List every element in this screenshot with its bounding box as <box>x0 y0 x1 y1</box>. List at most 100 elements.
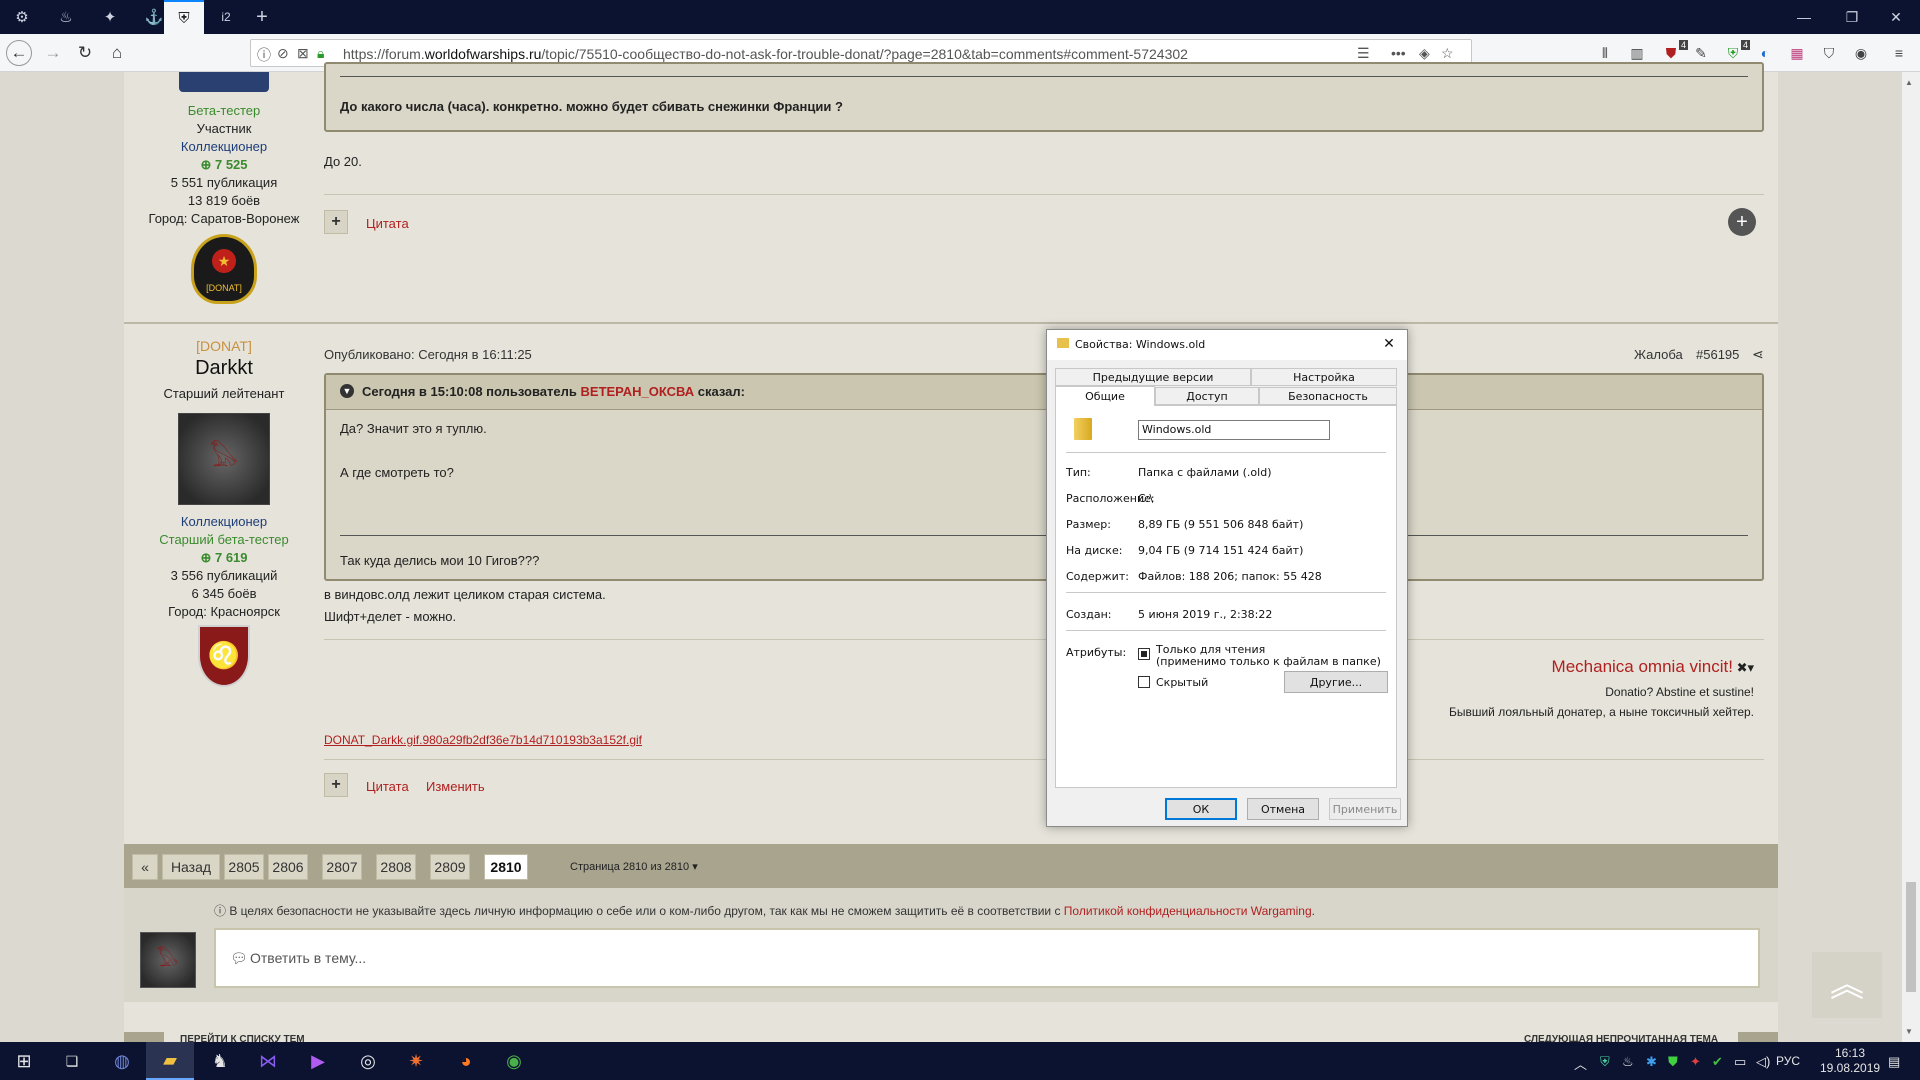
quote-author-link[interactable]: ВЕТЕРАН_ОКСВА <box>581 384 695 399</box>
network-icon[interactable]: ▭ <box>1734 1054 1746 1070</box>
firefox-icon[interactable]: ◕ <box>442 1042 490 1080</box>
quote-button[interactable]: Цитата <box>366 216 409 231</box>
page-2808[interactable]: 2808 <box>376 854 416 880</box>
reload-icon[interactable]: ↻ <box>72 40 98 66</box>
cancel-button[interactable]: Отмена <box>1247 798 1319 820</box>
post-number[interactable]: #56195 <box>1696 347 1739 362</box>
ok-button[interactable]: ОК <box>1165 798 1237 820</box>
privacy-policy-link[interactable]: Политикой конфиденциальности Wargaming <box>1064 904 1312 918</box>
edit-button[interactable]: Изменить <box>426 779 485 794</box>
network-app-icon[interactable]: ✱ <box>1646 1054 1657 1070</box>
footer-left-button[interactable] <box>124 1032 164 1042</box>
bookmark-star-icon[interactable]: ☆ <box>1441 45 1454 62</box>
tray-app-icon[interactable]: ⛨ <box>1600 1054 1610 1070</box>
back-arrow-icon[interactable]: ← <box>6 40 32 66</box>
privacy-ext-icon[interactable]: ⛉ <box>1818 42 1840 64</box>
extension-icon[interactable]: ✎ <box>1690 42 1712 64</box>
account-icon[interactable]: ◉ <box>1850 42 1872 64</box>
multiquote-button[interactable]: + <box>324 210 348 234</box>
headset-icon[interactable]: ◎ <box>344 1042 392 1080</box>
dialog-titlebar[interactable]: Свойства: Windows.old ✕ <box>1047 330 1407 360</box>
add-reaction-icon[interactable]: + <box>1728 208 1756 236</box>
sidebar-icon[interactable]: ▥ <box>1626 42 1648 64</box>
game-launcher-icon[interactable]: ♞ <box>196 1042 244 1080</box>
share-icon[interactable]: ⋖ <box>1752 346 1764 363</box>
notifications-icon[interactable]: ▤ <box>1888 1054 1900 1070</box>
first-page-button[interactable]: « <box>132 854 158 880</box>
tab-sharing[interactable]: Доступ <box>1155 387 1259 405</box>
media-player-icon[interactable]: ▶ <box>294 1042 342 1080</box>
close-icon[interactable]: ✖▾ <box>1733 660 1754 675</box>
sync-ext-icon[interactable]: ◐ <box>1754 42 1776 64</box>
chevron-down-icon[interactable]: ▼ <box>340 384 354 398</box>
tab-customize[interactable]: Настройка <box>1251 368 1397 386</box>
steam-icon[interactable]: ♨ <box>44 0 88 34</box>
volume-icon[interactable]: ◁) <box>1756 1054 1770 1070</box>
folder-name-input[interactable]: Windows.old <box>1138 420 1330 440</box>
tray-red-icon[interactable]: ✦ <box>1690 1054 1701 1070</box>
url-text[interactable]: https://forum.worldofwarships.ru/topic/7… <box>343 46 1188 62</box>
report-link[interactable]: Жалоба <box>1634 347 1683 362</box>
forward-arrow-icon[interactable]: → <box>40 40 66 66</box>
new-tab-button[interactable]: + <box>240 0 284 34</box>
colorzilla-icon[interactable]: ▦ <box>1786 42 1808 64</box>
menu-icon[interactable]: ≡ <box>1888 42 1910 64</box>
close-icon[interactable]: ✕ <box>1872 0 1920 34</box>
back-page-button[interactable]: Назад <box>162 854 220 880</box>
shield-app-icon[interactable]: ✷ <box>392 1042 440 1080</box>
page-actions-icon[interactable]: ••• <box>1391 45 1406 61</box>
scroll-to-top-button[interactable]: ︽ <box>1812 952 1882 1018</box>
readonly-checkbox[interactable] <box>1138 648 1150 660</box>
hidden-checkbox[interactable] <box>1138 676 1150 688</box>
tracking-icon[interactable]: ⊘ <box>277 45 289 62</box>
back-to-list-link[interactable]: ПЕРЕЙТИ К СПИСКУ ТЕМ <box>180 1034 305 1042</box>
username[interactable]: Darkkt <box>124 355 324 381</box>
footer-right-button[interactable] <box>1738 1032 1778 1042</box>
restore-icon[interactable]: ❐ <box>1828 0 1876 34</box>
page-jump-dropdown[interactable]: Страница 2810 из 2810 ▾ <box>570 860 698 873</box>
wargaming-icon[interactable]: ⚙ <box>0 0 44 34</box>
permissions-icon[interactable]: ⊠ <box>297 45 309 62</box>
tray-check-icon[interactable]: ✔ <box>1712 1054 1723 1070</box>
quote-button[interactable]: Цитата <box>366 779 409 794</box>
pocket-icon[interactable]: ◈ <box>1419 45 1430 62</box>
attachment-link[interactable]: DONAT_Darkk.gif.980a29fb2df36e7b14d71019… <box>324 733 642 747</box>
visual-studio-icon[interactable]: ⋈ <box>244 1042 292 1080</box>
info-icon[interactable]: ⓘ <box>257 45 271 65</box>
reply-input[interactable]: 💬︎ Ответить в тему... <box>214 928 1760 988</box>
reader-view-icon[interactable]: ☰ <box>1357 45 1370 62</box>
avatar[interactable]: 𓅃 <box>178 413 270 505</box>
clock[interactable]: 16:13 19.08.2019 <box>1820 1046 1880 1076</box>
task-view-icon[interactable]: ❏ <box>48 1042 96 1080</box>
gear-tab-icon[interactable]: ✦ <box>88 0 132 34</box>
tab-previous-versions[interactable]: Предыдущие версии <box>1055 368 1251 386</box>
shield-tab-icon[interactable]: ⛨ <box>164 0 204 34</box>
next-unread-link[interactable]: СЛЕДУЮЩАЯ НЕПРОЧИТАННАЯ ТЕМА <box>1524 1034 1718 1042</box>
minimize-icon[interactable]: — <box>1780 0 1828 34</box>
tray-expand-icon[interactable]: ︿ <box>1574 1054 1587 1073</box>
page-2810-current[interactable]: 2810 <box>484 854 528 880</box>
page-2806[interactable]: 2806 <box>268 854 308 880</box>
scroll-up-icon[interactable]: ▲ <box>1905 78 1913 87</box>
discord-icon[interactable]: ◍ <box>98 1042 146 1080</box>
page-scrollbar[interactable]: ▲ ▼ <box>1902 72 1920 1042</box>
tab-general[interactable]: Общие <box>1055 386 1155 406</box>
page-2805[interactable]: 2805 <box>224 854 264 880</box>
shield-ext-icon[interactable]: ⛨ 4 <box>1722 40 1750 64</box>
close-icon[interactable]: ✕ <box>1377 333 1401 355</box>
library-icon[interactable]: ⫴ <box>1594 42 1616 64</box>
ublock-icon[interactable]: ⛊ 4 <box>1660 40 1688 64</box>
steam-tray-icon[interactable]: ♨ <box>1622 1054 1634 1070</box>
page-2807[interactable]: 2807 <box>322 854 362 880</box>
home-icon[interactable]: ⌂ <box>104 40 130 66</box>
advanced-button[interactable]: Другие... <box>1284 671 1388 693</box>
tray-green-icon[interactable]: ⛊ <box>1668 1054 1678 1070</box>
scrollbar-thumb[interactable] <box>1906 882 1916 992</box>
multiquote-button[interactable]: + <box>324 773 348 797</box>
lock-icon[interactable]: 🔒︎ <box>317 45 324 62</box>
scroll-down-icon[interactable]: ▼ <box>1905 1027 1913 1036</box>
file-explorer-icon[interactable]: ▰ <box>146 1042 194 1080</box>
chrome-icon[interactable]: ◉ <box>490 1042 538 1080</box>
language-indicator[interactable]: РУС <box>1776 1054 1800 1068</box>
page-2809[interactable]: 2809 <box>430 854 470 880</box>
